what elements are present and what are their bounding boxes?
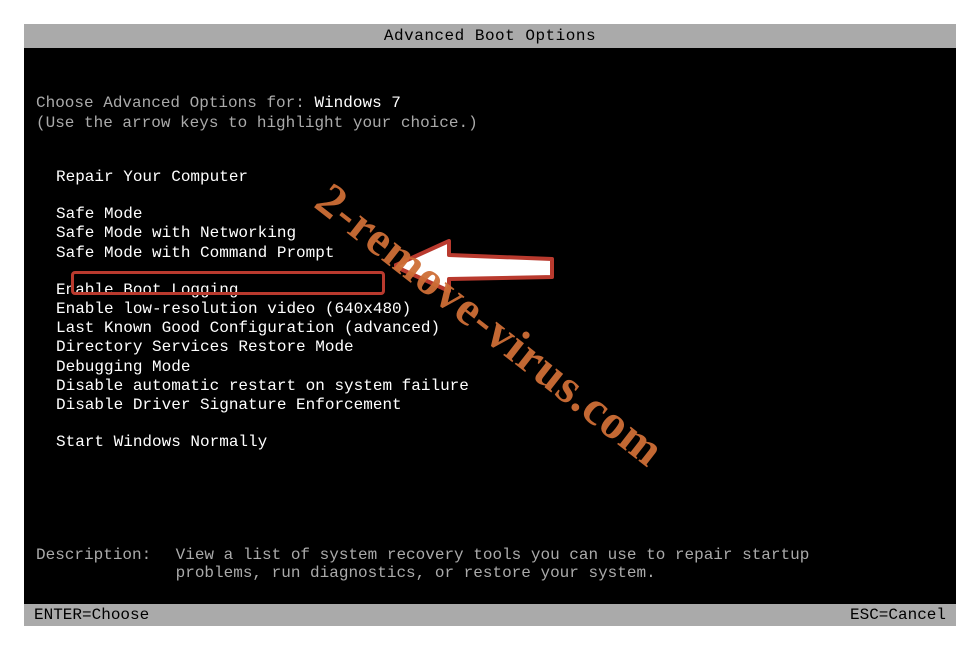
- description-block: Description: View a list of system recov…: [36, 546, 944, 582]
- options-list[interactable]: Repair Your Computer Safe Mode Safe Mode…: [56, 168, 944, 452]
- option-start-windows-normally[interactable]: Start Windows Normally: [56, 433, 944, 452]
- title-text: Advanced Boot Options: [384, 27, 596, 45]
- os-name: Windows 7: [314, 94, 400, 112]
- option-disable-driver-signature[interactable]: Disable Driver Signature Enforcement: [56, 396, 944, 415]
- option-enable-boot-logging[interactable]: Enable Boot Logging: [56, 281, 944, 300]
- instruction-line: (Use the arrow keys to highlight your ch…: [36, 114, 944, 132]
- header-prefix: Choose Advanced Options for:: [36, 94, 314, 112]
- option-repair-computer[interactable]: Repair Your Computer: [56, 168, 944, 187]
- option-safe-mode-command-prompt[interactable]: Safe Mode with Command Prompt: [56, 244, 944, 263]
- option-safe-mode-networking[interactable]: Safe Mode with Networking: [56, 224, 944, 243]
- description-label: Description:: [36, 546, 166, 564]
- content-area: Choose Advanced Options for: Windows 7 (…: [24, 48, 956, 452]
- option-last-known-good[interactable]: Last Known Good Configuration (advanced): [56, 319, 944, 338]
- footer-bar: ENTER=Choose ESC=Cancel: [24, 604, 956, 626]
- option-disable-auto-restart[interactable]: Disable automatic restart on system fail…: [56, 377, 944, 396]
- option-low-resolution-video[interactable]: Enable low-resolution video (640x480): [56, 300, 944, 319]
- option-safe-mode[interactable]: Safe Mode: [56, 205, 944, 224]
- description-text: View a list of system recovery tools you…: [176, 546, 896, 582]
- footer-enter: ENTER=Choose: [34, 606, 149, 624]
- option-debugging-mode[interactable]: Debugging Mode: [56, 358, 944, 377]
- choose-options-line: Choose Advanced Options for: Windows 7: [36, 94, 944, 112]
- footer-esc: ESC=Cancel: [850, 606, 946, 624]
- option-directory-services-restore[interactable]: Directory Services Restore Mode: [56, 338, 944, 357]
- boot-options-screen: Advanced Boot Options Choose Advanced Op…: [24, 24, 956, 626]
- title-bar: Advanced Boot Options: [24, 24, 956, 48]
